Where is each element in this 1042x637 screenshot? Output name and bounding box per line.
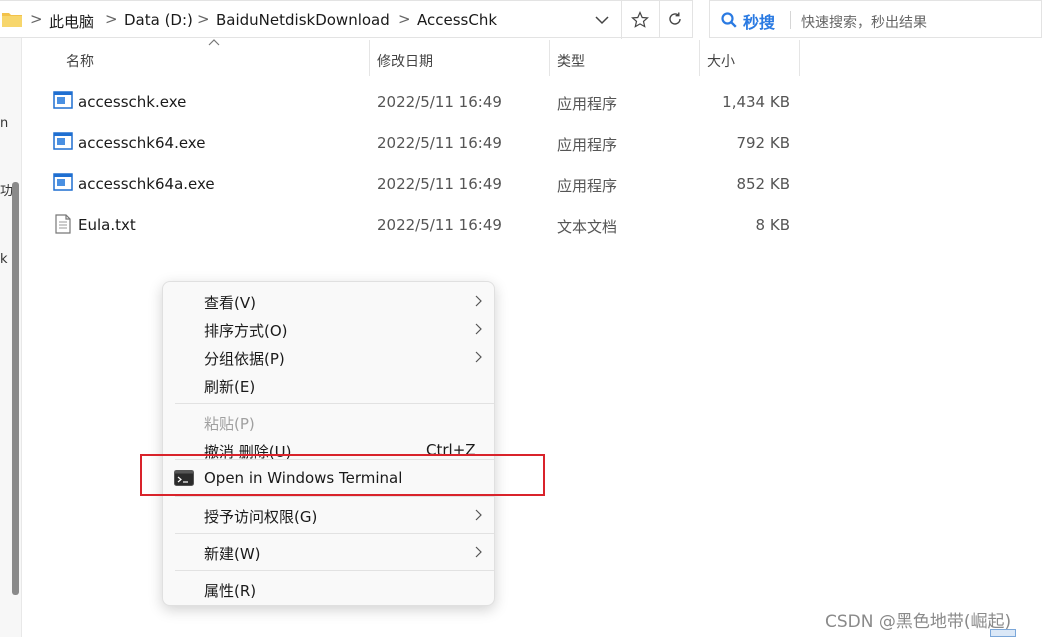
menu-item-new[interactable]: 新建(W) [163, 538, 494, 566]
file-name: Eula.txt [78, 216, 136, 234]
search-brand: 秒搜 [743, 13, 776, 32]
folder-icon [2, 13, 22, 27]
context-menu: 查看(V) 排序方式(O) 分组依据(P) 刷新(E) 粘贴(P) 撤消 删除(… [162, 281, 495, 606]
column-header-label: 修改日期 [377, 54, 433, 70]
menu-item-group[interactable]: 分组依据(P) [163, 343, 494, 371]
column-header-label: 名称 [66, 54, 94, 70]
column-header-name[interactable]: 名称 [50, 40, 370, 76]
menu-item-label: 分组依据(P) [204, 350, 285, 368]
column-header-label: 类型 [557, 54, 585, 70]
favorite-button[interactable] [621, 1, 657, 39]
column-header-size[interactable]: 大小 [700, 40, 800, 76]
exe-icon [53, 91, 73, 109]
chevron-down-icon[interactable] [592, 10, 612, 30]
menu-item-label: 授予访问权限(G) [204, 508, 318, 526]
column-header-date[interactable]: 修改日期 [370, 40, 550, 76]
nav-pane-clipped-text: k [0, 252, 8, 267]
menu-separator [175, 496, 494, 497]
menu-item-label: 查看(V) [204, 294, 256, 312]
search-box[interactable]: 秒搜 快速搜索，秒出结果 [709, 0, 1042, 38]
breadcrumb-separator: > [30, 10, 43, 28]
menu-item-paste: 粘贴(P) [163, 408, 494, 436]
chevron-right-icon [475, 323, 482, 335]
nav-pane-clipped-text: n [0, 116, 9, 131]
exe-icon [53, 173, 73, 191]
file-type: 文本文档 [557, 218, 618, 236]
watermark: CSDN @黑色地带(崛起) [825, 612, 1012, 632]
menu-item-label: 粘贴(P) [204, 415, 255, 433]
file-size: 792 KB [736, 134, 790, 152]
column-header-type[interactable]: 类型 [550, 40, 700, 76]
breadcrumb-separator: > [197, 10, 210, 28]
menu-separator [175, 570, 494, 571]
breadcrumb-separator: > [398, 10, 411, 28]
breadcrumb-accesschk[interactable]: AccessChk [417, 11, 497, 29]
text-file-icon [55, 214, 71, 234]
menu-separator [175, 533, 494, 534]
menu-item-label: 刷新(E) [204, 378, 256, 396]
breadcrumb-this-pc[interactable]: 此电脑 [49, 11, 94, 32]
divider [790, 11, 791, 29]
refresh-icon [668, 12, 681, 25]
file-row[interactable]: accesschk64.exe 2022/5/11 16:49 应用程序 792… [40, 122, 800, 162]
chevron-right-icon [475, 509, 482, 521]
file-date: 2022/5/11 16:49 [377, 93, 502, 111]
menu-item-label: 新建(W) [204, 545, 261, 563]
file-row[interactable]: Eula.txt 2022/5/11 16:49 文本文档 8 KB [40, 204, 800, 244]
file-date: 2022/5/11 16:49 [377, 134, 502, 152]
address-bar[interactable]: > 此电脑 > Data (D:) > BaiduNetdiskDownload… [0, 0, 660, 39]
menu-item-label: 排序方式(O) [204, 322, 288, 340]
menu-item-grant-access[interactable]: 授予访问权限(G) [163, 501, 494, 529]
file-type: 应用程序 [557, 95, 618, 113]
exe-icon [53, 132, 73, 150]
search-icon [721, 12, 737, 28]
file-size: 8 KB [755, 216, 790, 234]
breadcrumb-baidu-folder[interactable]: BaiduNetdiskDownload [216, 11, 390, 29]
menu-item-view[interactable]: 查看(V) [163, 287, 494, 315]
chevron-right-icon [475, 351, 482, 363]
file-row[interactable]: accesschk64a.exe 2022/5/11 16:49 应用程序 85… [40, 163, 800, 203]
file-name: accesschk64.exe [78, 134, 206, 152]
chevron-right-icon [475, 546, 482, 558]
star-icon [630, 11, 649, 28]
file-name: accesschk64a.exe [78, 175, 215, 193]
breadcrumb-data-drive[interactable]: Data (D:) [124, 11, 193, 29]
file-type: 应用程序 [557, 136, 618, 154]
file-date: 2022/5/11 16:49 [377, 216, 502, 234]
file-size: 1,434 KB [722, 93, 790, 111]
menu-item-sort[interactable]: 排序方式(O) [163, 315, 494, 343]
menu-item-label: 属性(R) [204, 582, 257, 600]
menu-item-refresh[interactable]: 刷新(E) [163, 371, 494, 399]
column-header-label: 大小 [707, 54, 735, 70]
refresh-button[interactable] [657, 0, 693, 38]
breadcrumb-separator: > [105, 10, 118, 28]
menu-item-properties[interactable]: 属性(R) [163, 575, 494, 603]
annotation-highlight-box [140, 454, 545, 496]
status-indicator [990, 629, 1016, 637]
file-type: 应用程序 [557, 177, 618, 195]
file-name: accesschk.exe [78, 93, 187, 111]
file-size: 852 KB [736, 175, 790, 193]
search-input[interactable]: 快速搜索，秒出结果 [801, 12, 927, 32]
menu-separator [175, 403, 494, 404]
chevron-right-icon [475, 295, 482, 307]
file-row[interactable]: accesschk.exe 2022/5/11 16:49 应用程序 1,434… [40, 81, 800, 121]
scrollbar-thumb[interactable] [12, 182, 19, 595]
file-date: 2022/5/11 16:49 [377, 175, 502, 193]
